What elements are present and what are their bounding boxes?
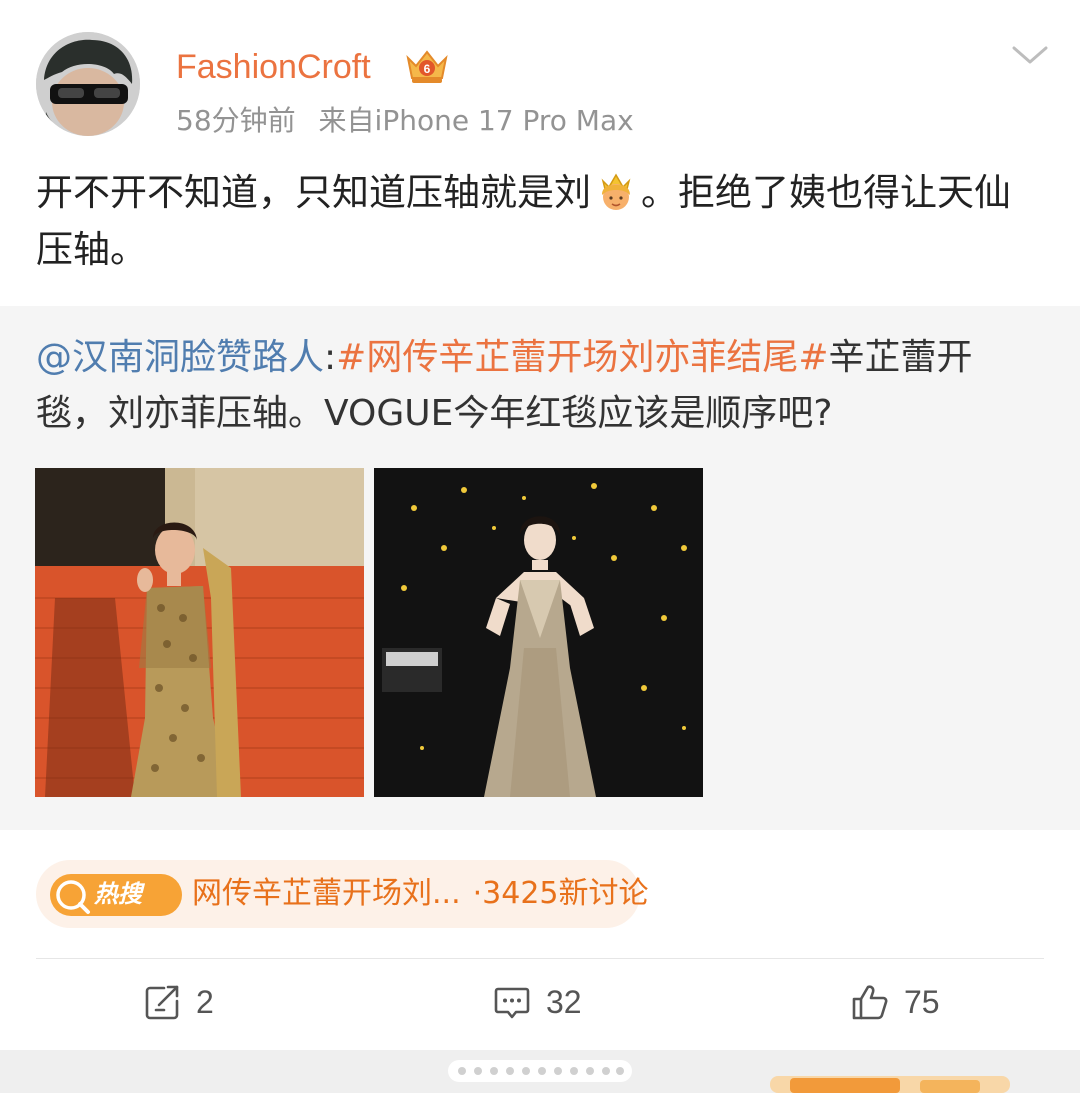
hot-search-text: 网传辛芷蕾开场刘... ·3425新讨论	[192, 872, 649, 916]
repost-text: @汉南洞脸赞路人:#网传辛芷蕾开场刘亦菲结尾#辛芷蕾开毯，刘亦菲压轴。VOGUE…	[36, 330, 1036, 442]
repost-photo-1[interactable]	[35, 468, 364, 797]
repost-icon	[145, 985, 179, 1020]
hot-search-badge-text: 热搜	[94, 880, 142, 908]
comment-button[interactable]: 32	[492, 982, 582, 1022]
post-meta: 58分钟前 来自iPhone 17 Pro Max	[176, 102, 648, 140]
comment-icon	[494, 987, 530, 1019]
repost-mention[interactable]: @汉南洞脸赞路人	[36, 337, 324, 378]
post-source: 来自iPhone 17 Pro Max	[318, 104, 634, 137]
repost-photo-2[interactable]	[374, 468, 703, 797]
comment-count: 32	[546, 983, 582, 1020]
page-dots-icon	[448, 1058, 632, 1084]
username[interactable]: FashionCroft	[176, 44, 371, 90]
next-card-banner-icon	[770, 1072, 1010, 1093]
hot-search-title: 网传辛芷蕾开场刘...	[192, 876, 461, 911]
repost-count: 2	[196, 983, 214, 1020]
avatar[interactable]	[36, 32, 140, 136]
repost-card[interactable]: @汉南洞脸赞路人:#网传辛芷蕾开场刘亦菲结尾#辛芷蕾开毯，刘亦菲压轴。VOGUE…	[0, 306, 1080, 830]
post-header: FashionCroft 6 58分钟前 来自iPhone 17 Pro Max	[0, 0, 1080, 160]
crown-princess-emoji	[593, 167, 639, 213]
post-text: 开不开不知道，只知道压轴就是刘 。拒绝了姨也得让天仙压轴。	[36, 164, 1036, 278]
svg-text:6: 6	[424, 62, 431, 76]
repost-colon: :	[324, 337, 337, 378]
like-icon	[852, 985, 888, 1020]
chevron-down-icon[interactable]	[1010, 42, 1050, 70]
like-count: 75	[904, 983, 940, 1020]
action-bar: 2 32 75	[0, 970, 1080, 1034]
vip-crown-badge-icon[interactable]: 6	[404, 48, 450, 86]
hot-search-count: ·3425新讨论	[472, 876, 649, 911]
like-button[interactable]: 75	[850, 982, 940, 1022]
repost-button[interactable]: 2	[142, 982, 214, 1022]
bottom-separator	[0, 1050, 1080, 1093]
post-text-part1: 开不开不知道，只知道压轴就是刘	[36, 171, 591, 214]
hot-search-pill[interactable]: 热搜 网传辛芷蕾开场刘... ·3425新讨论	[36, 860, 649, 928]
repost-topic[interactable]: #网传辛芷蕾开场刘亦菲结尾#	[336, 337, 828, 378]
divider	[36, 958, 1044, 959]
post-time: 58分钟前	[176, 104, 296, 137]
